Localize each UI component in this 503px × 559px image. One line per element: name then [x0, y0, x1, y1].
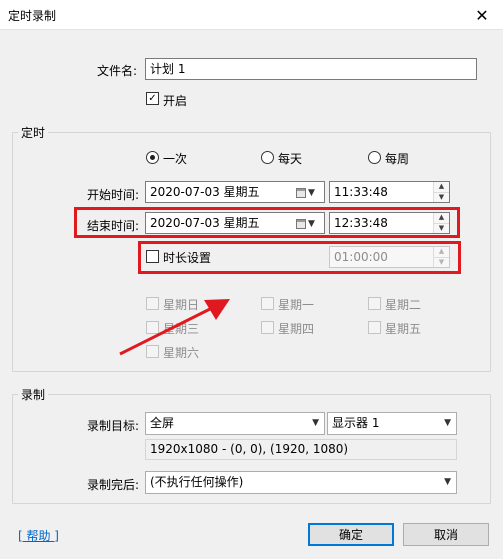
after-record-value: (不执行任何操作) [150, 475, 244, 489]
after-record-select[interactable]: (不执行任何操作) ▼ [145, 471, 457, 494]
ok-button[interactable]: 确定 [308, 523, 394, 546]
timed-recording-dialog: 定时录制 ✕ 文件名: 计划 1 ✓ 开启 定时 一次 每天 每周 开始时间: … [0, 0, 503, 559]
record-target-label: 录制目标: [87, 419, 140, 433]
chevron-down-icon: ▼ [444, 477, 451, 487]
region-readout: 1920x1080 - (0, 0), (1920, 1080) [145, 439, 457, 460]
monitor-value: 显示器 1 [332, 416, 380, 430]
record-target-value: 全屏 [150, 416, 175, 430]
after-record-label: 录制完后: [87, 478, 140, 492]
chevron-down-icon: ▼ [444, 418, 451, 428]
record-group-label: 录制 [18, 386, 49, 403]
chevron-down-icon: ▼ [312, 418, 319, 428]
help-link[interactable]: [ 帮助 ] [18, 527, 59, 544]
monitor-select[interactable]: 显示器 1 ▼ [327, 412, 457, 435]
record-target-select[interactable]: 全屏 ▼ [145, 412, 325, 435]
cancel-button[interactable]: 取消 [403, 523, 489, 546]
